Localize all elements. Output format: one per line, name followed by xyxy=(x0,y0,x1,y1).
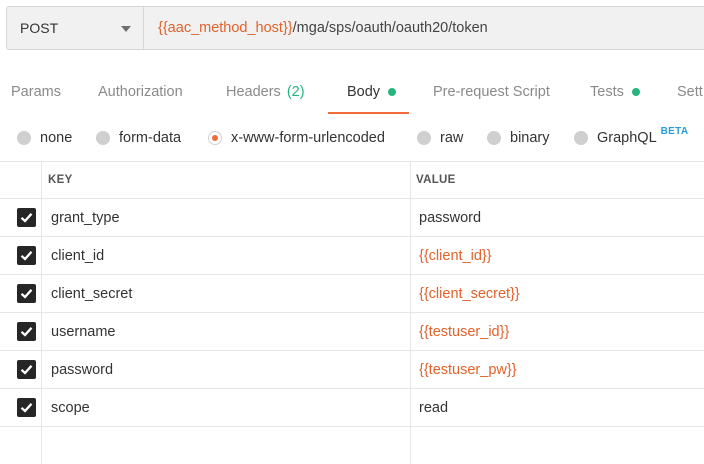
column-divider xyxy=(41,313,42,350)
radio-graphql[interactable]: GraphQL BETA xyxy=(574,122,688,154)
headers-count-badge: (2) xyxy=(286,84,305,100)
radio-label: x-www-form-urlencoded xyxy=(231,130,385,146)
row-enabled-checkbox[interactable] xyxy=(17,284,36,303)
tab-label: Pre-request Script xyxy=(433,84,550,100)
column-divider xyxy=(410,427,411,464)
radio-icon xyxy=(17,131,31,145)
column-divider xyxy=(41,199,42,236)
url-variable: {{aac_method_host}} xyxy=(158,20,293,36)
table-row-empty[interactable] xyxy=(0,427,704,464)
column-divider xyxy=(41,389,42,426)
table-row: password {{testuser_pw}} xyxy=(0,351,704,389)
row-enabled-checkbox[interactable] xyxy=(17,322,36,341)
radio-raw[interactable]: raw xyxy=(417,122,463,154)
beta-badge: BETA xyxy=(660,125,689,137)
column-divider xyxy=(410,275,411,312)
param-value[interactable]: {{testuser_id}} xyxy=(419,313,509,350)
param-key[interactable]: username xyxy=(51,313,115,350)
tab-tests[interactable]: Tests xyxy=(590,72,640,112)
table-row: client_secret {{client_secret}} xyxy=(0,275,704,313)
column-divider xyxy=(410,237,411,274)
method-select[interactable]: POST xyxy=(6,6,144,50)
radio-label: raw xyxy=(440,130,464,146)
tab-label: Headers xyxy=(226,84,281,100)
row-enabled-checkbox[interactable] xyxy=(17,398,36,417)
param-value[interactable]: password xyxy=(419,199,481,236)
radio-icon xyxy=(487,131,501,145)
radio-x-www-form-urlencoded[interactable]: x-www-form-urlencoded xyxy=(208,122,385,154)
request-url-bar: POST {{aac_method_host}}/mga/sps/oauth/o… xyxy=(0,0,704,60)
url-path: /mga/sps/oauth/oauth20/token xyxy=(292,20,488,36)
tab-pre-request-script[interactable]: Pre-request Script xyxy=(433,72,550,112)
column-divider xyxy=(41,351,42,388)
tab-label: Params xyxy=(11,84,61,100)
table-row: grant_type password xyxy=(0,199,704,237)
tab-authorization[interactable]: Authorization xyxy=(98,72,183,112)
column-divider xyxy=(41,427,42,464)
table-row: client_id {{client_id}} xyxy=(0,237,704,275)
checkmark-icon xyxy=(20,327,33,337)
param-key[interactable]: password xyxy=(51,351,113,388)
param-value[interactable]: {{testuser_pw}} xyxy=(419,351,517,388)
table-row: username {{testuser_id}} xyxy=(0,313,704,351)
param-key[interactable]: client_secret xyxy=(51,275,132,312)
chevron-down-icon xyxy=(121,26,131,32)
column-divider xyxy=(410,351,411,388)
checkmark-icon xyxy=(20,403,33,413)
radio-label: binary xyxy=(510,130,550,146)
column-divider xyxy=(41,275,42,312)
checkmark-icon xyxy=(20,251,33,261)
param-value[interactable]: {{client_id}} xyxy=(419,237,492,274)
tab-headers[interactable]: Headers (2) xyxy=(226,72,305,112)
radio-label: form-data xyxy=(119,130,182,146)
body-params-table: KEY VALUE grant_type password client_id … xyxy=(0,161,704,464)
radio-none[interactable]: none xyxy=(17,122,72,154)
url-input[interactable]: {{aac_method_host}}/mga/sps/oauth/oauth2… xyxy=(144,6,704,50)
param-key[interactable]: grant_type xyxy=(51,199,120,236)
radio-label: none xyxy=(40,130,73,146)
body-type-selector: none form-data x-www-form-urlencoded raw… xyxy=(0,122,704,154)
tab-label: Authorization xyxy=(98,84,183,100)
param-value[interactable]: {{client_secret}} xyxy=(419,275,520,312)
status-dot-icon xyxy=(388,88,397,96)
column-divider xyxy=(41,237,42,274)
request-tabs: Params Authorization Headers (2) Body Pr… xyxy=(0,72,704,114)
row-enabled-checkbox[interactable] xyxy=(17,246,36,265)
status-dot-icon xyxy=(631,88,640,96)
radio-icon xyxy=(96,131,110,145)
tab-label: Tests xyxy=(590,84,624,100)
radio-icon xyxy=(574,131,588,145)
column-divider xyxy=(410,199,411,236)
param-key[interactable]: client_id xyxy=(51,237,104,274)
method-label: POST xyxy=(20,20,59,36)
column-divider xyxy=(410,313,411,350)
param-value[interactable]: read xyxy=(419,389,448,426)
table-row: scope read xyxy=(0,389,704,427)
value-column-header: VALUE xyxy=(416,174,456,186)
tab-label: Body xyxy=(347,84,381,100)
radio-form-data[interactable]: form-data xyxy=(96,122,181,154)
tab-settings[interactable]: Sett xyxy=(677,72,703,112)
tab-params[interactable]: Params xyxy=(11,72,61,112)
checkmark-icon xyxy=(20,289,33,299)
radio-label: GraphQL xyxy=(597,130,657,146)
column-divider xyxy=(410,389,411,426)
row-enabled-checkbox[interactable] xyxy=(17,208,36,227)
row-enabled-checkbox[interactable] xyxy=(17,360,36,379)
column-divider xyxy=(410,162,411,198)
checkmark-icon xyxy=(20,365,33,375)
table-header-row: KEY VALUE xyxy=(0,161,704,199)
radio-selected-icon xyxy=(208,131,222,145)
tab-label: Sett xyxy=(677,84,703,100)
active-tab-indicator xyxy=(328,112,409,114)
column-divider xyxy=(41,162,42,198)
radio-icon xyxy=(417,131,431,145)
tab-body[interactable]: Body xyxy=(347,72,397,112)
key-column-header: KEY xyxy=(48,174,73,186)
param-key[interactable]: scope xyxy=(51,389,90,426)
checkmark-icon xyxy=(20,213,33,223)
radio-binary[interactable]: binary xyxy=(487,122,550,154)
